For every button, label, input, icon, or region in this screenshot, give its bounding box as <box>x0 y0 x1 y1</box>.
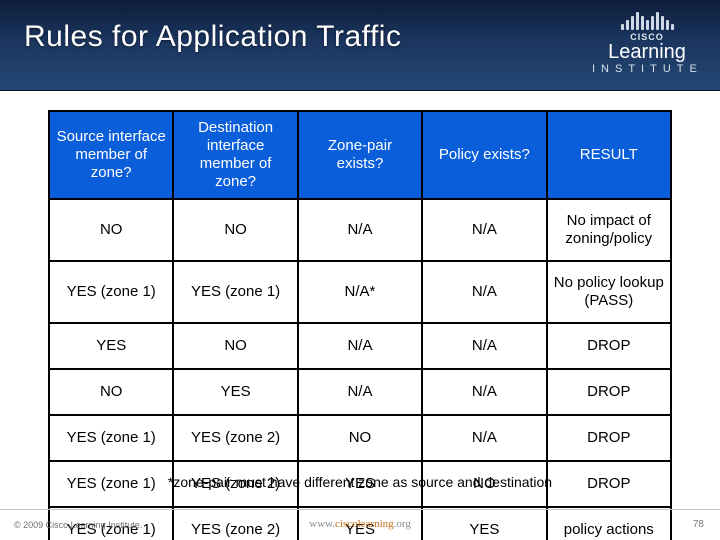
cell: N/A* <box>298 261 422 323</box>
brand-logo: CISCO Learning INSTITUTE <box>592 10 702 78</box>
col-zonepair: Zone-pair exists? <box>298 111 422 199</box>
table-row: YES (zone 1) YES (zone 2) NO N/A DROP <box>49 415 671 461</box>
cell: N/A <box>298 323 422 369</box>
cell: YES <box>173 369 297 415</box>
url-suffix: .org <box>394 518 411 530</box>
col-policy: Policy exists? <box>422 111 546 199</box>
footnote: *zone-pair must have different zone as s… <box>0 474 720 490</box>
cell: NO <box>49 199 173 261</box>
page-number: 78 <box>693 519 704 530</box>
cell: N/A <box>422 415 546 461</box>
cell: NO <box>173 199 297 261</box>
title-band: Rules for Application Traffic CISCO Lear… <box>0 0 720 91</box>
col-source: Source interface member of zone? <box>49 111 173 199</box>
cisco-bars-icon <box>592 10 702 30</box>
cell: DROP <box>547 323 671 369</box>
cell: YES (zone 1) <box>173 261 297 323</box>
cell: DROP <box>547 415 671 461</box>
cell: N/A <box>298 199 422 261</box>
cell: No impact of zoning/policy <box>547 199 671 261</box>
cell: NO <box>49 369 173 415</box>
table-row: NO YES N/A N/A DROP <box>49 369 671 415</box>
table-row: NO NO N/A N/A No impact of zoning/policy <box>49 199 671 261</box>
cell: N/A <box>422 261 546 323</box>
col-destination: Destination interface member of zone? <box>173 111 297 199</box>
slide: Rules for Application Traffic CISCO Lear… <box>0 0 720 540</box>
cell: DROP <box>547 369 671 415</box>
logo-line2: INSTITUTE <box>592 63 702 75</box>
page-title: Rules for Application Traffic <box>24 20 401 54</box>
table-row: YES (zone 1) YES (zone 1) N/A* N/A No po… <box>49 261 671 323</box>
table-header-row: Source interface member of zone? Destina… <box>49 111 671 199</box>
footer-divider <box>0 509 720 510</box>
cell: N/A <box>422 199 546 261</box>
cell: N/A <box>422 323 546 369</box>
cell: NO <box>298 415 422 461</box>
cell: YES (zone 1) <box>49 261 173 323</box>
footer-url: www.ciscolearning.org <box>0 518 720 530</box>
logo-line1: Learning <box>592 42 702 62</box>
cell: YES (zone 1) <box>49 415 173 461</box>
col-result: RESULT <box>547 111 671 199</box>
cell: N/A <box>298 369 422 415</box>
table-row: YES NO N/A N/A DROP <box>49 323 671 369</box>
url-main: ciscolearning <box>335 518 394 530</box>
cell: No policy lookup (PASS) <box>547 261 671 323</box>
cell: YES (zone 2) <box>173 415 297 461</box>
cell: N/A <box>422 369 546 415</box>
url-prefix: www. <box>309 518 335 530</box>
cell: NO <box>173 323 297 369</box>
cell: YES <box>49 323 173 369</box>
